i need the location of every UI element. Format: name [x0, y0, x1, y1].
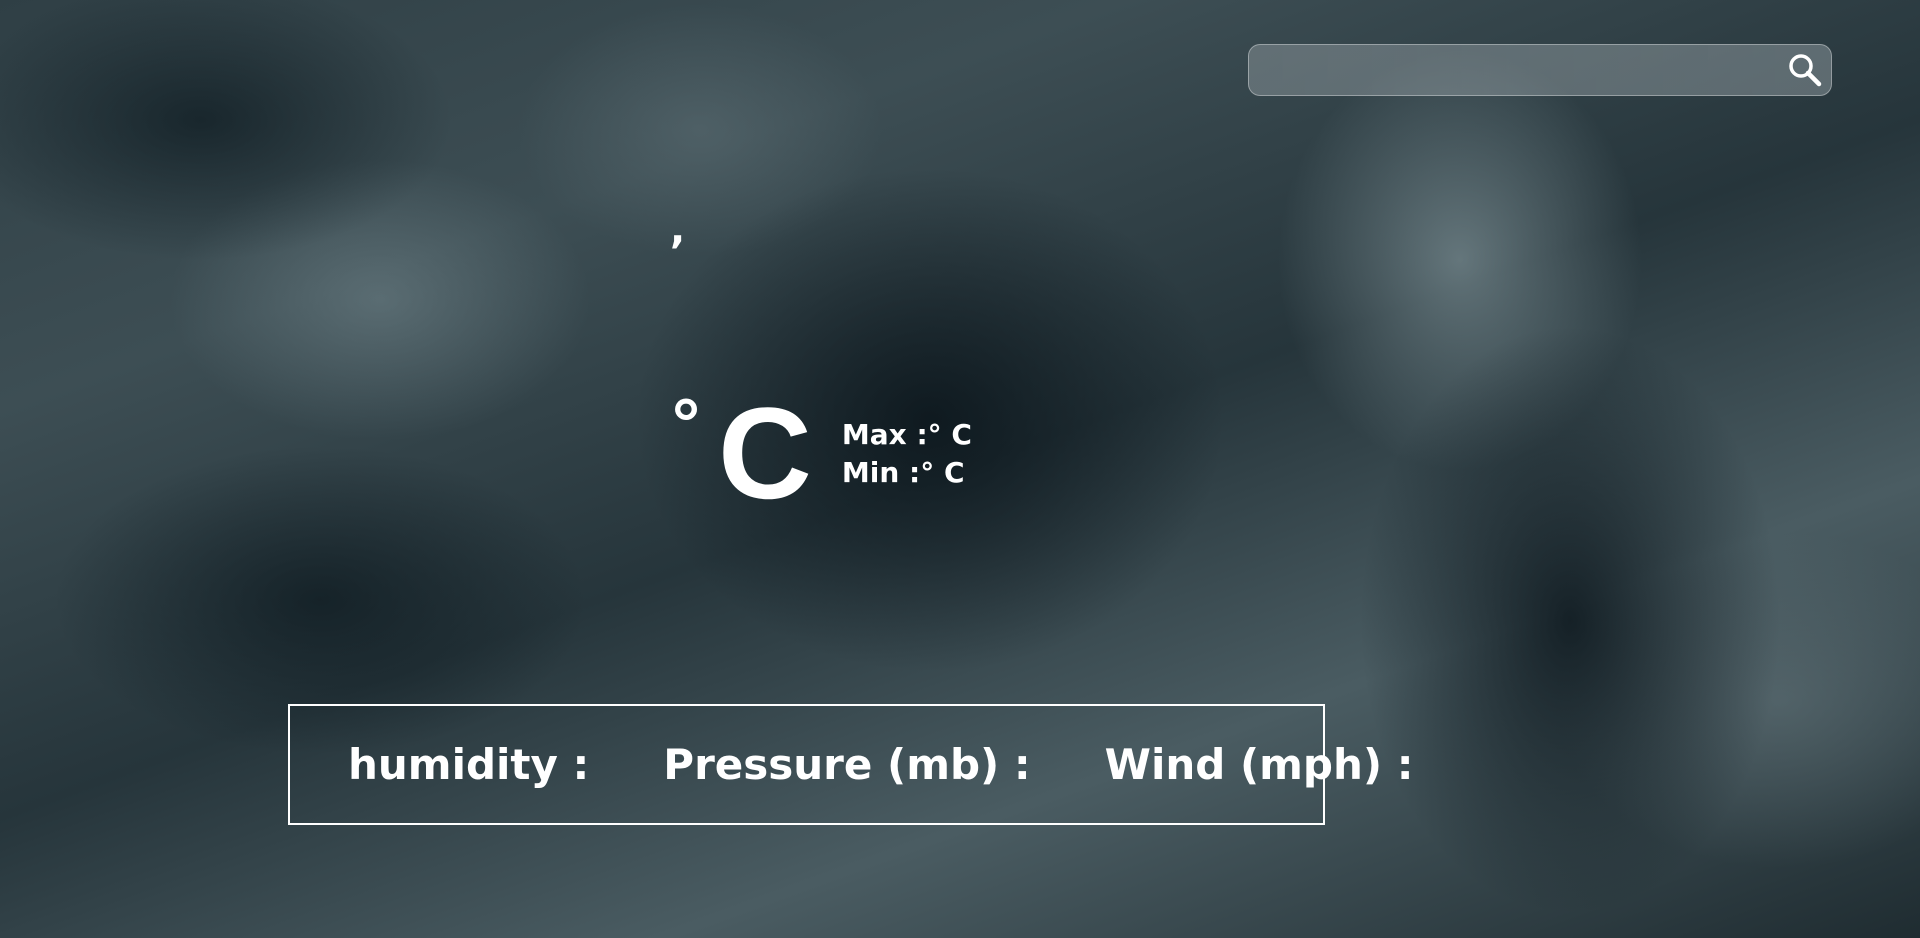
max-temperature: Max :° C: [842, 416, 972, 454]
temperature-block: ° C Max :° C Min :° C: [672, 388, 972, 518]
min-temperature: Min :° C: [842, 454, 972, 492]
search-button[interactable]: [1779, 44, 1831, 96]
min-unit: ° C: [920, 456, 965, 489]
humidity-detail: humidity :: [348, 740, 589, 789]
temperature-range: Max :° C Min :° C: [842, 416, 972, 492]
location-separator: ,: [670, 207, 686, 253]
weather-details-box: humidity : Pressure (mb) : Wind (mph) :: [288, 704, 1414, 825]
search-icon: [1789, 54, 1822, 87]
max-unit: ° C: [927, 418, 972, 451]
humidity-label: humidity :: [348, 740, 590, 789]
wind-label: Wind (mph) :: [1104, 740, 1414, 789]
search-input[interactable]: [1249, 45, 1779, 95]
pressure-detail: Pressure (mb) :: [663, 740, 1030, 789]
current-temperature: ° C: [672, 388, 812, 518]
temperature-unit: C: [718, 380, 812, 526]
location-label: ,: [670, 210, 685, 250]
pressure-label: Pressure (mb) :: [663, 740, 1031, 789]
max-label: Max :: [841, 418, 928, 451]
wind-detail: Wind (mph) :: [1105, 740, 1414, 789]
degree-symbol: °: [672, 384, 700, 462]
min-label: Min :: [841, 456, 921, 489]
search-bar: [1248, 44, 1832, 96]
